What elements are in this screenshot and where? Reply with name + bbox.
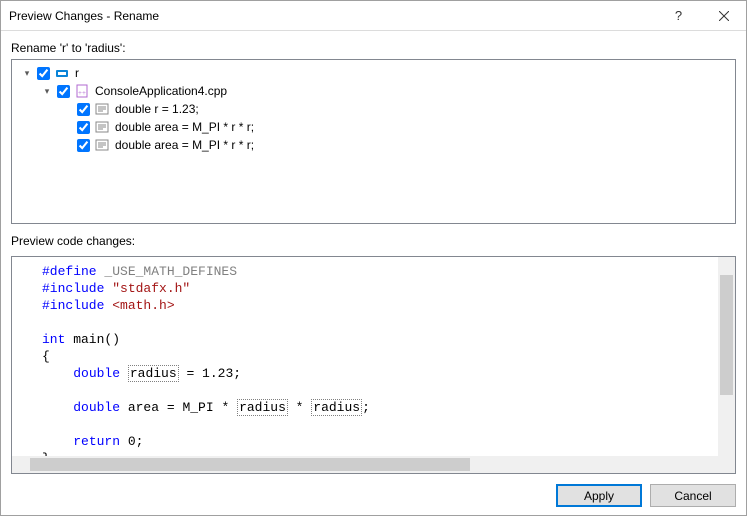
vertical-scrollbar-thumb[interactable]: [720, 275, 733, 395]
tree-item-checkbox[interactable]: [77, 121, 90, 134]
tree-item-row[interactable]: double area = M_PI * r * r;: [14, 136, 733, 154]
tree-item-label: double area = M_PI * r * r;: [113, 138, 254, 152]
expander-icon[interactable]: ▾: [41, 86, 53, 97]
expander-icon[interactable]: ▾: [21, 68, 33, 79]
close-icon: [719, 11, 729, 21]
tree-file-checkbox[interactable]: [57, 85, 70, 98]
code-preview-pane[interactable]: #define _USE_MATH_DEFINES #include "stda…: [11, 256, 736, 474]
tree-file-row[interactable]: ▾ ++ ConsoleApplication4.cpp: [14, 82, 733, 100]
tree-item-label: double r = 1.23;: [113, 102, 199, 116]
variable-icon: [54, 65, 70, 81]
dialog-content: Rename 'r' to 'radius': ▾ r ▾ ++ Console…: [1, 31, 746, 517]
svg-text:++: ++: [78, 89, 86, 97]
scroll-corner: [718, 456, 735, 473]
code-line-icon: [94, 119, 110, 135]
renamed-identifier: radius: [128, 365, 179, 382]
horizontal-scrollbar[interactable]: [12, 456, 718, 473]
cpp-file-icon: ++: [74, 83, 90, 99]
renamed-identifier: radius: [237, 399, 288, 416]
code-line-icon: [94, 101, 110, 117]
tree-root-checkbox[interactable]: [37, 67, 50, 80]
tree-item-row[interactable]: double area = M_PI * r * r;: [14, 118, 733, 136]
tree-item-label: double area = M_PI * r * r;: [113, 120, 254, 134]
code-line-icon: [94, 137, 110, 153]
dialog-button-row: Apply Cancel: [11, 484, 736, 507]
tree-file-label: ConsoleApplication4.cpp: [93, 84, 227, 98]
renamed-identifier: radius: [311, 399, 362, 416]
changes-tree[interactable]: ▾ r ▾ ++ ConsoleApplication4.cpp double …: [11, 59, 736, 224]
tree-root-label: r: [73, 66, 79, 80]
apply-button[interactable]: Apply: [556, 484, 642, 507]
tree-item-checkbox[interactable]: [77, 139, 90, 152]
titlebar: Preview Changes - Rename ?: [1, 1, 746, 31]
cancel-button[interactable]: Cancel: [650, 484, 736, 507]
preview-heading: Preview code changes:: [11, 234, 736, 248]
help-button[interactable]: ?: [656, 1, 701, 30]
close-button[interactable]: [701, 1, 746, 30]
code-content: #define _USE_MATH_DEFINES #include "stda…: [12, 257, 736, 473]
window-title: Preview Changes - Rename: [9, 9, 656, 23]
tree-root-row[interactable]: ▾ r: [14, 64, 733, 82]
tree-item-checkbox[interactable]: [77, 103, 90, 116]
vertical-scrollbar[interactable]: [718, 257, 735, 456]
horizontal-scrollbar-thumb[interactable]: [30, 458, 470, 471]
rename-heading: Rename 'r' to 'radius':: [11, 41, 736, 55]
tree-item-row[interactable]: double r = 1.23;: [14, 100, 733, 118]
